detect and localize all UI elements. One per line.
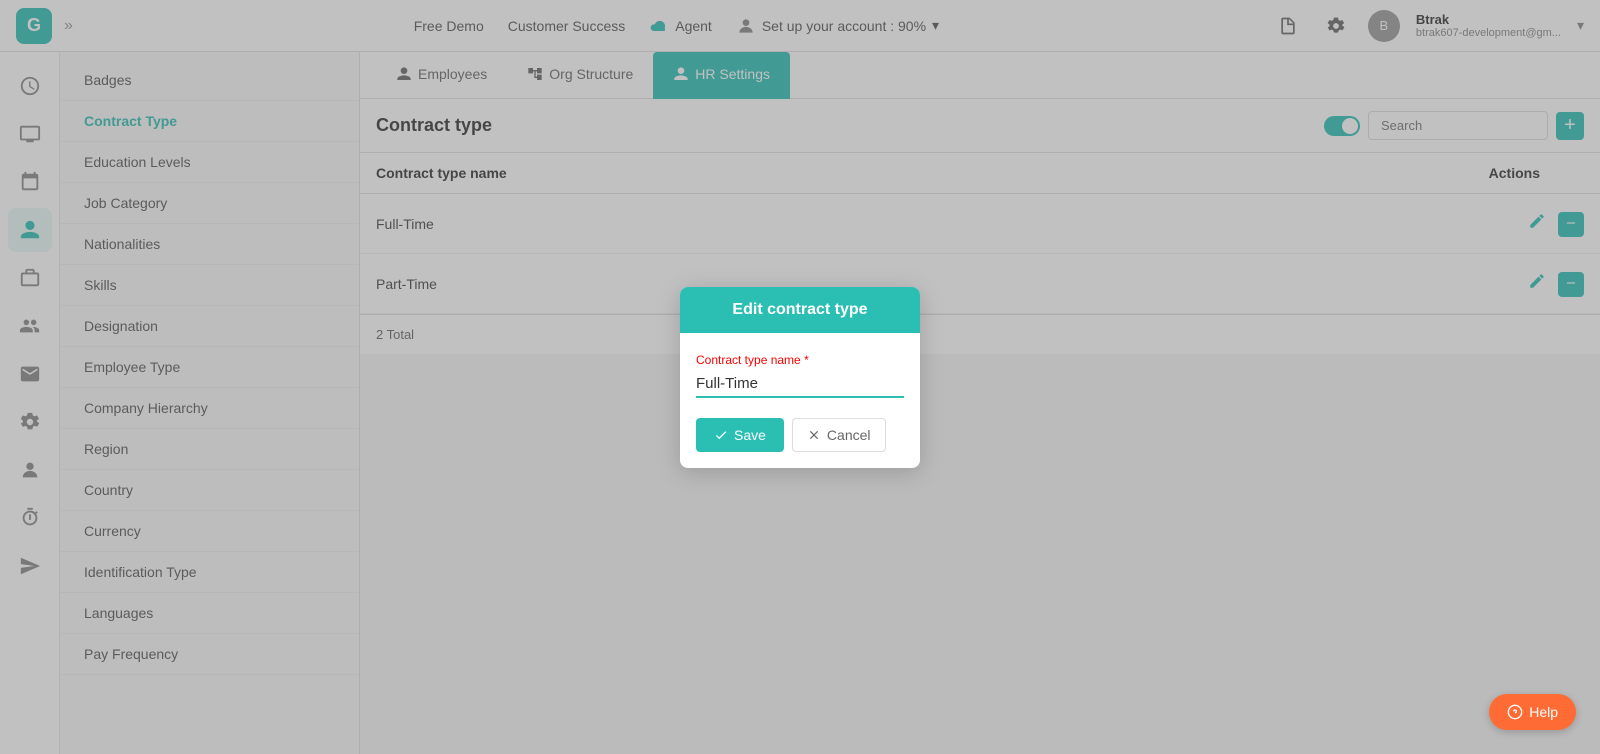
required-indicator: * bbox=[804, 353, 809, 367]
contract-type-name-input[interactable] bbox=[696, 371, 904, 398]
edit-contract-type-modal: Edit contract type Contract type name * … bbox=[680, 287, 920, 468]
x-icon bbox=[807, 428, 821, 442]
modal-body: Contract type name * Save Cancel bbox=[680, 333, 920, 468]
modal-header: Edit contract type bbox=[680, 287, 920, 333]
help-button[interactable]: Help bbox=[1489, 694, 1576, 730]
modal-field-label: Contract type name * bbox=[696, 353, 904, 367]
modal-actions: Save Cancel bbox=[696, 418, 904, 452]
modal-overlay: Edit contract type Contract type name * … bbox=[0, 0, 1600, 754]
help-icon bbox=[1507, 704, 1523, 720]
check-icon bbox=[714, 428, 728, 442]
cancel-button[interactable]: Cancel bbox=[792, 418, 886, 452]
save-button[interactable]: Save bbox=[696, 418, 784, 452]
